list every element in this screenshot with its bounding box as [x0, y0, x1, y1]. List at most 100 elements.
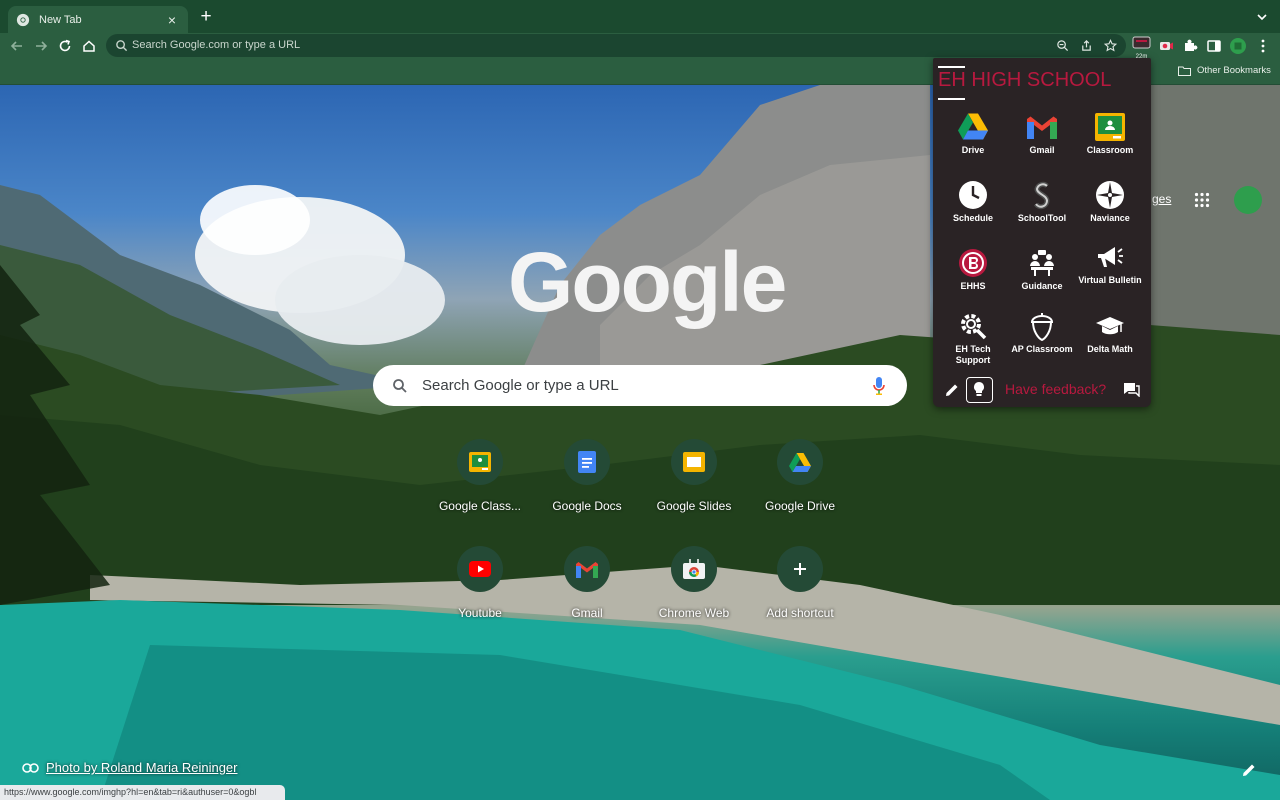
shortcut-google-drive[interactable]: Google Drive: [744, 431, 856, 527]
search-icon: [116, 40, 128, 52]
shortcut-icon-tile: [671, 439, 717, 485]
popup-item-virtual-bulletin[interactable]: Virtual Bulletin: [1077, 242, 1143, 304]
drive-icon: [958, 113, 988, 140]
shortcut-icon-tile: [564, 439, 610, 485]
popup-item-delta-math[interactable]: Delta Math: [1077, 311, 1143, 373]
address-bar-placeholder: Search Google.com or type a URL: [132, 39, 301, 51]
google-search-box[interactable]: Search Google or type a URL: [373, 365, 907, 406]
home-icon[interactable]: [80, 37, 98, 55]
tab-new-tab[interactable]: New Tab ×: [8, 6, 188, 33]
tab-close-icon[interactable]: ×: [164, 12, 180, 28]
shortcut-google-docs[interactable]: Google Docs: [531, 431, 643, 527]
eh-high-school-extension-button[interactable]: 22m: [1132, 36, 1151, 60]
popup-item-gmail[interactable]: Gmail: [1009, 112, 1075, 174]
search-icon: [393, 379, 407, 393]
popup-item-label: Classroom: [1086, 145, 1134, 155]
shortcut-icon-tile: [564, 546, 610, 592]
popup-item-schedule[interactable]: Schedule: [940, 180, 1006, 242]
status-bar-url: https://www.google.com/imghp?hl=en&tab=r…: [0, 785, 285, 800]
shortcut-google-slides[interactable]: Google Slides: [638, 431, 750, 527]
popup-item-label: Schedule: [952, 213, 993, 223]
folder-icon: [1178, 66, 1191, 76]
popup-item-schooltool[interactable]: SchoolTool: [1009, 180, 1075, 242]
google-slides-icon: [683, 452, 705, 472]
popup-item-eh-tech-support[interactable]: EH Tech Support: [940, 311, 1006, 373]
shortcut-icon-tile: [457, 546, 503, 592]
shortcut-label: Google Slides: [656, 499, 732, 513]
compass-icon: [1096, 181, 1124, 209]
eh-extension-icon: [1132, 36, 1151, 49]
shortcut-label: Youtube: [458, 606, 502, 620]
profile-avatar-icon[interactable]: [1229, 37, 1247, 55]
shortcut-chrome-web-store[interactable]: Chrome Web: [638, 538, 750, 634]
google-classroom-icon: [469, 452, 491, 472]
popup-item-label: Guidance: [1021, 281, 1063, 291]
guidance-icon: [1030, 250, 1054, 276]
search-box-placeholder: Search Google or type a URL: [422, 377, 619, 394]
gmail-icon: [576, 561, 598, 578]
tab-search-chevron-icon[interactable]: [1254, 9, 1270, 25]
popup-item-ehhs[interactable]: EHHS: [940, 248, 1006, 310]
add-shortcut-button[interactable]: Add shortcut: [744, 538, 856, 634]
photo-credit-link[interactable]: Photo by Roland Maria Reininger: [22, 760, 238, 775]
shortcut-icon-tile: [457, 439, 503, 485]
popup-title-text: HIGH SCHOOL: [965, 69, 1112, 91]
popup-item-label: Delta Math: [1087, 344, 1133, 354]
link-icon: [22, 762, 39, 773]
google-apps-grid-icon[interactable]: [1194, 192, 1210, 208]
clock-icon: [959, 181, 987, 209]
other-bookmarks-folder[interactable]: Other Bookmarks: [1178, 65, 1271, 76]
classroom-icon: [1095, 113, 1125, 141]
google-account-avatar[interactable]: [1234, 186, 1262, 214]
ehhs-logo-icon: [959, 249, 987, 277]
popup-item-naviance[interactable]: Naviance: [1077, 180, 1143, 242]
images-link[interactable]: ges: [1152, 192, 1171, 206]
bookmark-star-icon[interactable]: [1104, 39, 1117, 52]
chrome-menu-icon[interactable]: [1254, 37, 1272, 55]
customize-pencil-icon[interactable]: [1241, 762, 1257, 778]
popup-item-label: EH Tech Support: [955, 344, 991, 365]
popup-item-label: SchoolTool: [1017, 213, 1067, 223]
reload-icon[interactable]: [56, 37, 74, 55]
popup-item-guidance[interactable]: Guidance: [1009, 248, 1075, 310]
popup-item-label: AP Classroom: [1011, 344, 1073, 354]
extensions-puzzle-icon[interactable]: [1181, 37, 1199, 55]
address-bar[interactable]: Search Google.com or type a URL: [106, 34, 1126, 57]
zoom-icon[interactable]: [1056, 39, 1069, 52]
popup-item-ap-classroom[interactable]: AP Classroom: [1009, 311, 1075, 373]
shortcut-gmail[interactable]: Gmail: [531, 538, 643, 634]
share-icon[interactable]: [1080, 39, 1093, 52]
have-feedback-link[interactable]: Have feedback?: [1005, 381, 1106, 397]
popup-title-prefix: EH: [938, 69, 966, 91]
edit-pencil-icon[interactable]: [944, 382, 960, 398]
browser-toolbar: Search Google.com or type a URL 22m: [0, 33, 1280, 60]
voice-search-mic-icon[interactable]: [872, 376, 886, 396]
record-extension-icon[interactable]: [1157, 37, 1175, 55]
popup-item-classroom[interactable]: Classroom: [1077, 112, 1143, 174]
shortcut-label: Gmail: [571, 606, 603, 620]
side-panel-icon[interactable]: [1205, 37, 1223, 55]
tab-strip: New Tab × +: [0, 0, 1280, 33]
feedback-chat-icon[interactable]: [1123, 382, 1140, 397]
shortcut-label: Google Docs: [552, 499, 622, 513]
shortcut-google-classroom[interactable]: Google Class...: [424, 431, 536, 527]
new-tab-button[interactable]: +: [196, 7, 216, 27]
popup-item-drive[interactable]: Drive: [940, 112, 1006, 174]
back-arrow-icon[interactable]: [8, 37, 26, 55]
other-bookmarks-label: Other Bookmarks: [1197, 65, 1271, 76]
megaphone-icon: [1098, 247, 1123, 267]
tab-title: New Tab: [39, 13, 82, 26]
popup-item-label: EHHS: [960, 281, 986, 291]
chrome-web-store-icon: [683, 559, 705, 579]
shortcut-youtube[interactable]: Youtube: [424, 538, 536, 634]
photo-credit-text: Photo by Roland Maria Reininger: [46, 760, 238, 775]
popup-item-label: Gmail: [1029, 145, 1055, 155]
ap-acorn-icon: [1030, 313, 1054, 341]
popup-item-label: Naviance: [1090, 213, 1130, 223]
shortcut-icon-tile: [777, 439, 823, 485]
suggestion-button[interactable]: [966, 377, 993, 403]
forward-arrow-icon[interactable]: [32, 37, 50, 55]
gmail-icon: [1027, 116, 1057, 139]
youtube-icon: [469, 561, 491, 577]
lightbulb-icon: [974, 382, 984, 396]
